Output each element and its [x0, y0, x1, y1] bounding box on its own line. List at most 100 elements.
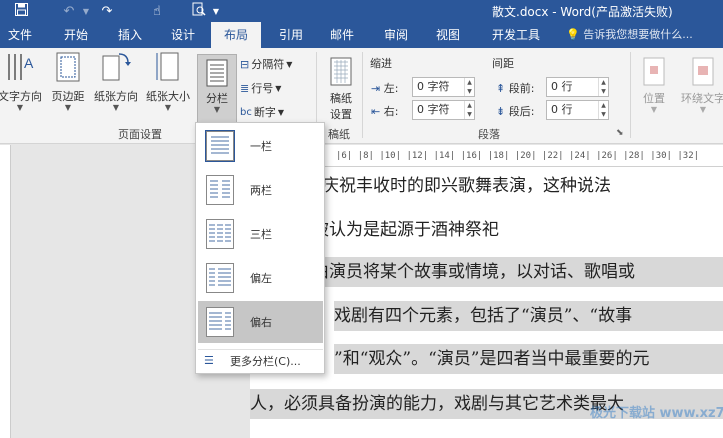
tab-mailings[interactable]: 邮件: [320, 22, 364, 48]
tab-design[interactable]: 设计: [161, 22, 205, 48]
paper-size-icon: [156, 52, 179, 81]
page-setup-group-label: 页面设置: [118, 128, 162, 141]
indent-right-text: 右:: [383, 105, 399, 118]
breaks-label: 分隔符: [251, 58, 285, 71]
wrap-text-label: 环绕文字: [681, 92, 723, 105]
vertical-ruler: [0, 145, 11, 438]
left-column-icon: [206, 263, 234, 293]
undo-dropdown-icon[interactable]: ▼: [80, 7, 92, 16]
columns-option-label: 两栏: [250, 184, 272, 197]
tab-developer[interactable]: 开发工具: [482, 22, 550, 48]
save-icon[interactable]: [10, 2, 32, 20]
spinner-arrows-icon[interactable]: ▲ ▼: [464, 78, 474, 96]
size-label: 纸张大小: [146, 90, 190, 103]
orientation-button[interactable]: 纸张方向 ▼: [90, 50, 142, 112]
indent-right-input[interactable]: 0 字符 ▲ ▼: [412, 100, 475, 120]
columns-option-label: 一栏: [250, 140, 272, 153]
columns-option-two[interactable]: 两栏: [198, 169, 323, 211]
tab-file[interactable]: 文件: [0, 22, 40, 48]
spinner-arrows-icon[interactable]: ▲ ▼: [598, 101, 608, 119]
hyphenation-label: 断字: [253, 106, 276, 119]
columns-dropdown-menu: 一栏 两栏 三栏 偏左 偏右 ☰ 更多分栏(C)...: [195, 122, 325, 374]
draft-paper-icon: [330, 57, 352, 86]
tab-insert[interactable]: 插入: [108, 22, 152, 48]
line-numbers-button[interactable]: ≣ 行号 ▼: [240, 80, 281, 96]
group-separator: [362, 52, 363, 138]
line-numbers-label: 行号: [251, 82, 274, 95]
spacing-after-input[interactable]: 0 行 ▲ ▼: [546, 100, 609, 120]
breaks-icon: ⊟: [240, 57, 250, 71]
margins-label: 页边距: [51, 90, 85, 103]
chevron-down-icon: ▼: [164, 103, 172, 112]
line-numbers-icon: ≣: [240, 81, 250, 95]
breaks-button[interactable]: ⊟ 分隔符 ▼: [240, 56, 292, 72]
print-preview-icon[interactable]: [188, 2, 210, 20]
size-button[interactable]: 纸张大小 ▼: [142, 50, 194, 112]
right-column-icon: [206, 307, 234, 337]
spacing-before-input[interactable]: 0 行 ▲ ▼: [546, 77, 609, 97]
title-bar: ↶ ▼ ↷ ☝ ▼ 散文.docx - Word(产品激活失败): [0, 0, 723, 22]
indent-left-label: ⇥ 左:: [371, 80, 398, 96]
columns-button[interactable]: 分栏 ▼: [197, 54, 237, 124]
spinner-arrows-icon[interactable]: ▲ ▼: [598, 78, 608, 96]
indent-left-icon: ⇥: [371, 82, 381, 95]
columns-option-right[interactable]: 偏右: [198, 301, 323, 343]
more-columns-item[interactable]: ☰ 更多分栏(C)...: [198, 349, 323, 371]
more-columns-label: 更多分栏(C)...: [230, 354, 301, 368]
three-columns-icon: [206, 219, 234, 249]
chevron-down-icon: ▼: [213, 105, 221, 114]
dialog-launcher-icon[interactable]: ⬊: [616, 128, 624, 138]
svg-text:A: A: [24, 55, 34, 71]
text-direction-icon: A: [8, 54, 34, 80]
quick-access-toolbar: ↶ ▼ ↷ ☝ ▼: [10, 0, 222, 22]
columns-option-one[interactable]: 一栏: [198, 125, 323, 167]
more-columns-icon: ☰: [204, 354, 214, 367]
indent-left-text: 左:: [383, 82, 399, 95]
margins-icon: [56, 52, 80, 82]
redo-icon[interactable]: ↷: [96, 4, 118, 19]
spacing-before-label: ⇞ 段前:: [496, 80, 534, 96]
spacing-before-text: 段前:: [508, 82, 535, 95]
spacing-header: 间距: [492, 57, 514, 70]
columns-option-three[interactable]: 三栏: [198, 213, 323, 255]
tab-home[interactable]: 开始: [54, 22, 98, 48]
position-button[interactable]: 位置 ▼: [636, 50, 672, 114]
chevron-down-icon: ▼: [286, 59, 293, 69]
selected-text-line: 戏剧有四个元素，包括了“演员”、“故事: [334, 301, 723, 331]
tab-review[interactable]: 审阅: [374, 22, 418, 48]
columns-option-label: 偏右: [250, 316, 272, 329]
touch-mode-icon[interactable]: ☝: [146, 4, 168, 19]
indent-header: 缩进: [370, 57, 392, 70]
columns-icon: [206, 59, 228, 87]
tab-layout[interactable]: 布局: [211, 22, 261, 48]
chevron-down-icon: ▼: [64, 103, 72, 112]
draft-settings-button[interactable]: 稿纸 设置: [322, 50, 360, 122]
indent-right-icon: ⇤: [371, 105, 381, 118]
chevron-down-icon: ▼: [699, 105, 707, 114]
text-line: 被认为是起源于酒神祭祀: [312, 220, 499, 240]
text-direction-button[interactable]: A 文字方向 ▼: [0, 50, 46, 112]
indent-right-label: ⇤ 右:: [371, 103, 398, 119]
qat-customize-icon[interactable]: ▼: [210, 7, 222, 16]
tell-me-search[interactable]: 💡 告诉我您想要做什么...: [566, 22, 693, 48]
indent-left-input[interactable]: 0 字符 ▲ ▼: [412, 77, 475, 97]
margins-button[interactable]: 页边距 ▼: [46, 50, 90, 112]
wrap-text-button[interactable]: 环绕文字 ▼: [676, 50, 723, 114]
columns-option-left[interactable]: 偏左: [198, 257, 323, 299]
document-title: 散文.docx - Word(产品激活失败): [492, 5, 673, 19]
hyphenation-button[interactable]: bc 断字 ▼: [240, 104, 284, 120]
columns-label: 分栏: [206, 92, 228, 105]
paragraph-group-label: 段落: [478, 128, 500, 141]
spinner-arrows-icon[interactable]: ▲ ▼: [464, 101, 474, 119]
tab-references[interactable]: 引用: [269, 22, 313, 48]
tell-me-text: 告诉我您想要做什么...: [583, 28, 693, 41]
columns-option-label: 偏左: [250, 272, 272, 285]
chevron-down-icon: ▼: [275, 83, 282, 93]
undo-icon[interactable]: ↶: [58, 4, 80, 19]
text-direction-label: 文字方向: [0, 90, 42, 103]
orientation-label: 纸张方向: [94, 90, 138, 103]
tab-view[interactable]: 视图: [426, 22, 470, 48]
spacing-before-value: 0 行: [551, 80, 573, 93]
chevron-down-icon: ▼: [112, 103, 120, 112]
chevron-down-icon: ▼: [16, 103, 24, 112]
